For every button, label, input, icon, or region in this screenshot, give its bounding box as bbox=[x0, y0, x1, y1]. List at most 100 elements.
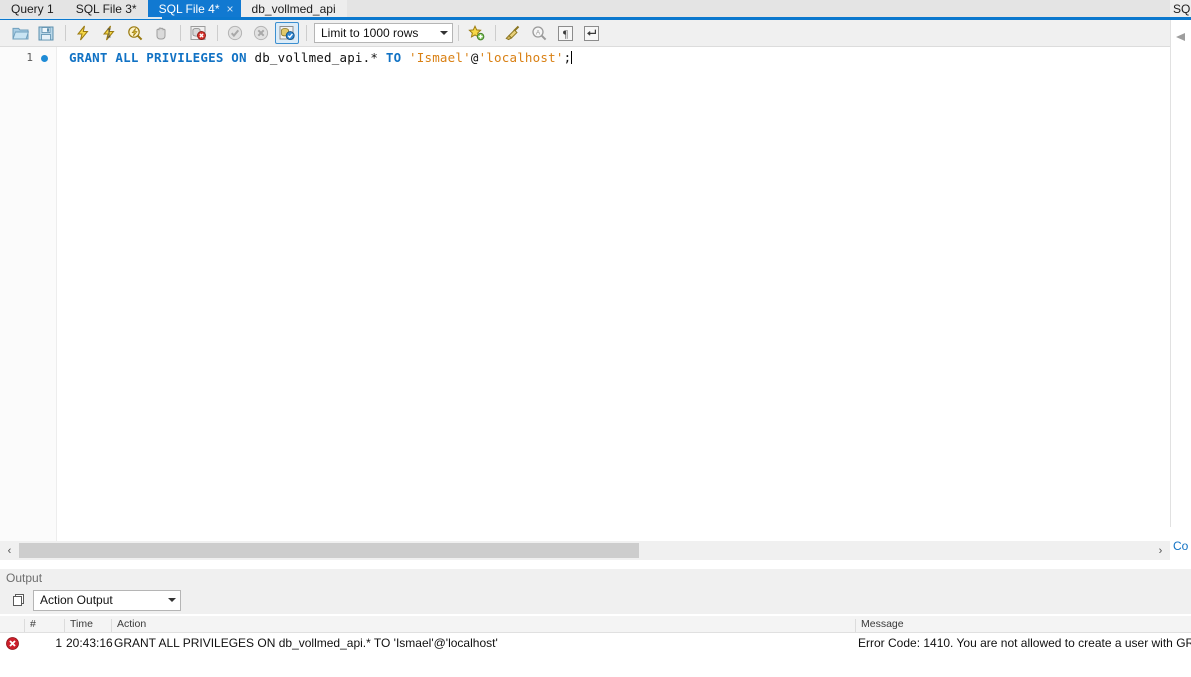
folder-icon bbox=[11, 27, 29, 39]
table-row[interactable]: 1 20:43:16 GRANT ALL PRIVILEGES ON db_vo… bbox=[0, 633, 1191, 653]
toggle-wrap-lines-button[interactable] bbox=[579, 22, 603, 44]
sql-string-username: 'Ismael' bbox=[409, 50, 471, 65]
scrollbar-thumb[interactable] bbox=[19, 543, 639, 558]
row-limit-select[interactable]: Limit to 1000 rows bbox=[314, 23, 454, 43]
star-plus-icon bbox=[468, 25, 485, 41]
cell-action: GRANT ALL PRIVILEGES ON db_vollmed_api.*… bbox=[114, 636, 498, 650]
find-button[interactable]: A bbox=[527, 22, 551, 44]
cross-circle-icon bbox=[253, 25, 269, 41]
tab-label: SQL File 3* bbox=[75, 1, 137, 16]
toolbar-separator bbox=[180, 25, 181, 41]
tab-label: Query 1 bbox=[11, 1, 54, 16]
inactive-tab-underline bbox=[0, 17, 162, 19]
text-caret bbox=[571, 51, 573, 64]
scroll-left-icon[interactable]: ‹ bbox=[0, 541, 19, 560]
sql-editor-toolbar: Limit to 1000 rows A ¶ bbox=[0, 20, 1170, 47]
cell-time: 20:43:16 bbox=[66, 636, 113, 650]
database-error-icon bbox=[190, 26, 206, 40]
sql-code-editor[interactable]: 1 GRANT ALL PRIVILEGES ON db_vollmed_api… bbox=[0, 47, 1170, 541]
output-panel-type-icon[interactable] bbox=[8, 590, 28, 610]
check-circle-icon bbox=[227, 25, 243, 41]
toolbar-separator bbox=[217, 25, 218, 41]
rollback-transaction-button[interactable] bbox=[249, 22, 273, 44]
explain-statement-button[interactable] bbox=[123, 22, 147, 44]
chevron-down-icon bbox=[168, 598, 176, 602]
line-number: 1 bbox=[26, 51, 33, 64]
triangle-left-icon bbox=[1176, 33, 1185, 41]
stop-hand-icon bbox=[156, 27, 166, 40]
toggle-stop-on-error-button[interactable] bbox=[186, 22, 210, 44]
svg-text:¶: ¶ bbox=[563, 28, 568, 40]
tab-label: SQL File 4* bbox=[158, 1, 220, 16]
column-header-number: # bbox=[24, 619, 64, 632]
output-panel-toolbar: Action Output bbox=[0, 586, 1191, 614]
toolbar-separator bbox=[65, 25, 66, 41]
stacked-panels-icon bbox=[12, 593, 24, 606]
sql-keyword-grant: GRANT bbox=[69, 50, 108, 65]
tab-stub-label: SQ bbox=[1173, 1, 1191, 16]
mysql-workbench-sql-editor: Query 1 SQL File 3* SQL File 4* × db_vol… bbox=[0, 0, 1191, 677]
column-header-time: Time bbox=[64, 619, 111, 632]
output-type-value: Action Output bbox=[40, 593, 113, 607]
beautify-sql-button[interactable] bbox=[501, 22, 525, 44]
tab-db-vollmed-api[interactable]: db_vollmed_api bbox=[240, 0, 347, 17]
pilcrow-icon: ¶ bbox=[557, 25, 573, 41]
lightning-bolt-cursor-icon bbox=[102, 25, 115, 41]
magnifier-lightning-icon bbox=[128, 26, 143, 41]
column-header-action: Action bbox=[111, 619, 855, 632]
lightning-bolt-icon bbox=[76, 25, 89, 41]
svg-text:A: A bbox=[536, 30, 541, 37]
sql-keyword-all: ALL bbox=[115, 50, 139, 65]
scrollbar-track[interactable] bbox=[19, 542, 1151, 559]
context-help-tab[interactable]: Co bbox=[1170, 527, 1191, 560]
output-panel-header: Output bbox=[0, 569, 1191, 586]
sql-keyword-to: TO bbox=[385, 50, 402, 65]
chevron-down-icon bbox=[440, 31, 449, 35]
toggle-invisible-characters-button[interactable]: ¶ bbox=[553, 22, 577, 44]
right-secondary-sidebar bbox=[1170, 20, 1191, 527]
execute-current-statement-button[interactable] bbox=[97, 22, 121, 44]
sql-identifier-database: db_vollmed_api.* bbox=[254, 50, 379, 65]
toolbar-separator bbox=[458, 25, 460, 41]
statement-marker-icon bbox=[41, 55, 48, 62]
tab-overflow-stub[interactable]: SQ bbox=[1170, 0, 1191, 17]
editor-horizontal-scrollbar[interactable]: ‹ › bbox=[0, 541, 1170, 560]
execute-all-button[interactable] bbox=[71, 22, 95, 44]
sql-at-sign: @ bbox=[470, 50, 479, 65]
floppy-disk-icon bbox=[38, 26, 54, 40]
tab-query-1[interactable]: Query 1 bbox=[0, 0, 65, 17]
sql-keyword-on: ON bbox=[231, 50, 247, 65]
toggle-autocommit-button[interactable] bbox=[275, 22, 299, 44]
cell-number: 1 bbox=[55, 636, 62, 650]
sql-keyword-privileges: PRIVILEGES bbox=[146, 50, 224, 65]
save-snippet-button[interactable] bbox=[464, 22, 488, 44]
close-icon[interactable]: × bbox=[227, 3, 234, 15]
context-help-label: Co bbox=[1173, 539, 1189, 553]
save-script-button[interactable] bbox=[34, 22, 58, 44]
autocommit-icon bbox=[279, 26, 295, 41]
collapse-sidebar-button[interactable] bbox=[1172, 30, 1190, 44]
action-output-header-row: # Time Action Message bbox=[0, 616, 1191, 633]
commit-transaction-button[interactable] bbox=[223, 22, 247, 44]
action-output-list[interactable]: 1 20:43:16 GRANT ALL PRIVILEGES ON db_vo… bbox=[0, 633, 1191, 677]
open-script-button[interactable] bbox=[8, 22, 32, 44]
column-header-message: Message bbox=[855, 619, 1191, 632]
search-icon: A bbox=[532, 26, 547, 41]
code-text-area[interactable]: GRANT ALL PRIVILEGES ON db_vollmed_api.*… bbox=[57, 47, 1170, 541]
cell-message: Error Code: 1410. You are not allowed to… bbox=[858, 636, 1191, 650]
scroll-right-icon[interactable]: › bbox=[1151, 541, 1170, 560]
wrap-lines-icon bbox=[583, 25, 599, 41]
toolbar-separator bbox=[495, 25, 497, 41]
sql-string-host: 'localhost' bbox=[478, 50, 564, 65]
sql-semicolon: ; bbox=[563, 50, 572, 65]
editor-tab-strip: Query 1 SQL File 3* SQL File 4* × db_vol… bbox=[0, 0, 1191, 17]
row-limit-value: Limit to 1000 rows bbox=[321, 26, 419, 40]
tab-sql-file-3[interactable]: SQL File 3* bbox=[64, 0, 148, 17]
stop-query-button[interactable] bbox=[149, 22, 173, 44]
toolbar-separator bbox=[306, 25, 307, 41]
header-dotted-divider bbox=[48, 578, 1191, 580]
tab-sql-file-4[interactable]: SQL File 4* × bbox=[147, 0, 241, 17]
broom-icon bbox=[505, 25, 520, 41]
output-type-select[interactable]: Action Output bbox=[33, 589, 181, 611]
editor-gutter: 1 bbox=[0, 47, 57, 541]
